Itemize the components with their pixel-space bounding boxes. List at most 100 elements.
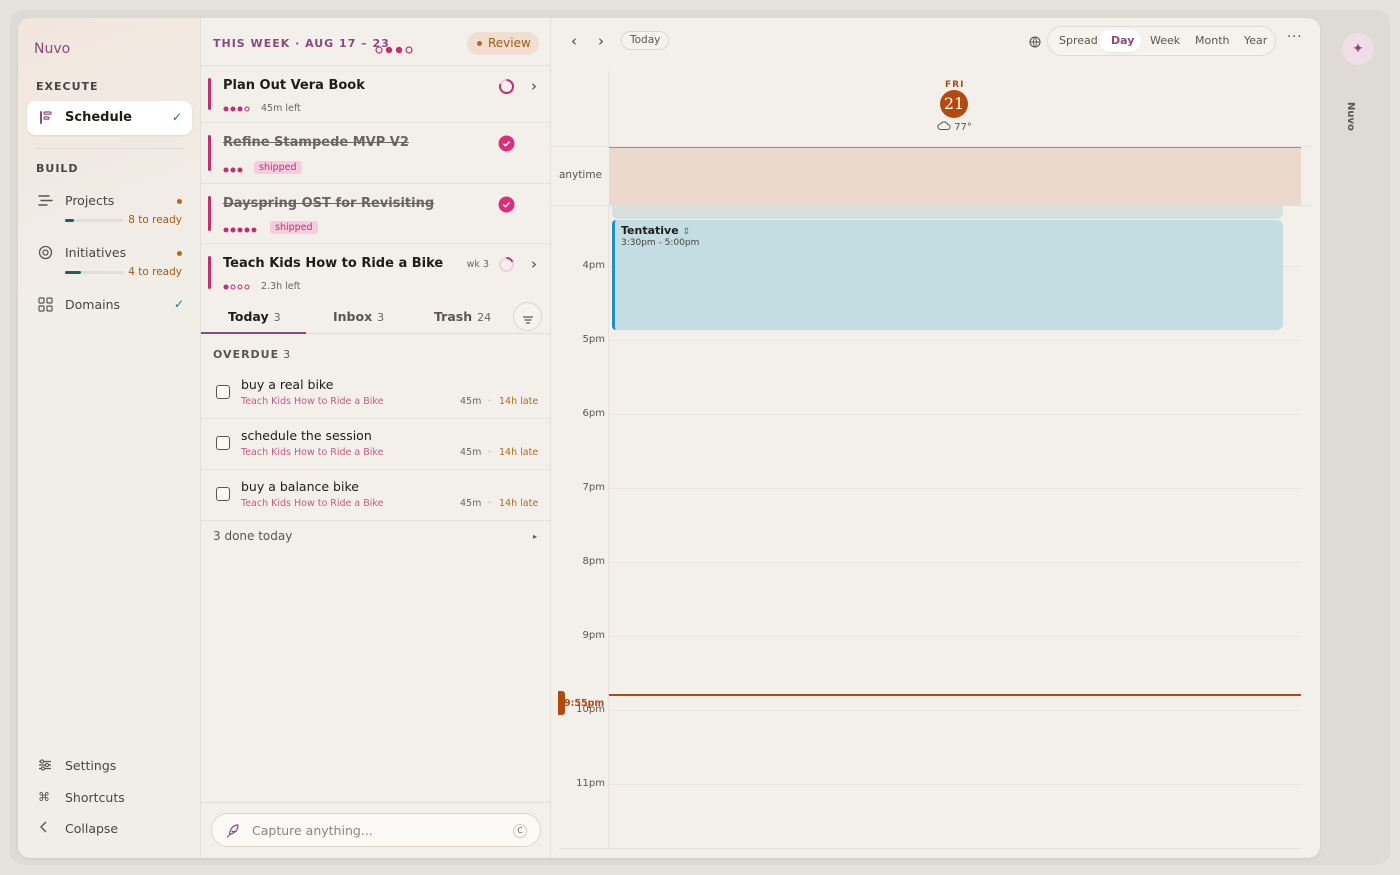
event-block-continued[interactable] — [612, 206, 1283, 219]
sidebar-item-projects[interactable]: Projects — [36, 191, 184, 211]
check-icon: ✓ — [173, 297, 184, 311]
event-block[interactable]: Tentative ⇕ 3:30pm - 5:00pm — [612, 220, 1283, 330]
separator: · — [488, 396, 492, 407]
anytime-slot[interactable] — [609, 147, 1301, 206]
hour-label: 8pm — [582, 556, 605, 567]
sidebar-item-label: Initiatives — [65, 245, 127, 260]
status-dot — [477, 41, 482, 46]
task-late: 14h late — [499, 396, 539, 407]
capture-placeholder: Capture anything... — [252, 823, 373, 838]
review-button[interactable]: Review — [467, 32, 539, 55]
temperature: 77° — [954, 122, 972, 133]
rail-label[interactable]: Nuvo — [1345, 102, 1356, 131]
view-month[interactable]: Month — [1195, 34, 1229, 47]
active-tab-indicator — [201, 332, 306, 334]
tab-inbox[interactable]: Inbox 3 — [333, 309, 384, 324]
time-grid[interactable]: 4pm 5pm 6pm 7pm 8pm 9pm 10pm 11pm Tentat… — [551, 206, 1311, 849]
chevron-right-icon[interactable]: › — [531, 255, 537, 273]
hour-line — [609, 562, 1301, 563]
hour-line — [609, 710, 1301, 711]
execute-section-label: EXECUTE — [36, 80, 99, 93]
sidebar-item-initiatives[interactable]: Initiatives — [36, 243, 184, 263]
grid-bottom-line — [559, 848, 1301, 849]
event-title: Tentative ⇕ — [621, 224, 690, 237]
sidebar-item-label: Domains — [65, 297, 121, 312]
chevron-right-icon[interactable]: › — [531, 77, 537, 95]
capture-input[interactable]: Capture anything... C — [211, 813, 541, 847]
done-today-toggle[interactable]: 3 done today — [213, 529, 292, 543]
day-number[interactable]: 21 — [940, 90, 968, 118]
project-row[interactable]: Refine Stampede MVP V2 shipped — [201, 123, 551, 184]
target-icon — [38, 245, 53, 264]
task-duration: 45m — [460, 447, 482, 458]
project-title: Dayspring OST for Revisiting — [223, 196, 435, 211]
task-tabs: Today 3 Inbox 3 Trash 24 — [201, 300, 551, 334]
hour-label: 6pm — [582, 408, 605, 419]
filter-button[interactable] — [513, 302, 542, 331]
swap-icon: ⇕ — [682, 227, 691, 237]
sidebar-item-label: Shortcuts — [65, 790, 125, 805]
projects-ready-count: 8 to ready — [128, 214, 182, 226]
schedule-icon — [39, 110, 54, 129]
week-number: wk 3 — [466, 259, 489, 270]
week-panel: THIS WEEK · AUG 17 – 23 Review Plan Out … — [201, 18, 551, 858]
sidebar-item-domains[interactable]: Domains ✓ — [36, 295, 184, 315]
tab-trash[interactable]: Trash 24 — [434, 309, 491, 324]
overdue-header: OVERDUE 3 — [213, 348, 290, 361]
view-day[interactable]: Day — [1111, 34, 1134, 47]
tab-count: 3 — [273, 311, 281, 324]
task-project[interactable]: Teach Kids How to Ride a Bike — [241, 498, 383, 509]
task-checkbox[interactable] — [216, 385, 230, 399]
task-checkbox[interactable] — [216, 487, 230, 501]
hour-label: 9pm — [582, 630, 605, 641]
progress-fill — [65, 219, 74, 222]
anytime-row: anytime — [551, 146, 1311, 206]
separator: · — [488, 498, 492, 509]
check-circle-icon — [498, 196, 515, 217]
more-options-icon[interactable]: ··· — [1287, 30, 1302, 45]
calendar: ‹ › Today Spread Day Week Month Year ···… — [551, 18, 1320, 858]
prev-arrow-icon[interactable]: ‹ — [571, 32, 577, 50]
view-year[interactable]: Year — [1244, 34, 1267, 47]
task-item[interactable]: schedule the session Teach Kids How to R… — [201, 419, 551, 470]
sidebar-item-label: Projects — [65, 193, 115, 208]
project-row[interactable]: Dayspring OST for Revisiting shipped — [201, 184, 551, 244]
hour-line — [609, 784, 1301, 785]
progress-fill — [65, 271, 82, 274]
task-item[interactable]: buy a real bike Teach Kids How to Ride a… — [201, 368, 551, 419]
right-rail: ✦ Nuvo — [1320, 18, 1390, 865]
task-project[interactable]: Teach Kids How to Ride a Bike — [241, 396, 383, 407]
projects-icon — [38, 193, 53, 212]
progress-ring-icon — [498, 78, 515, 99]
cloud-icon — [937, 121, 951, 133]
keyboard-shortcut: C — [513, 824, 527, 838]
week-header: THIS WEEK · AUG 17 – 23 Review — [201, 18, 551, 66]
task-checkbox[interactable] — [216, 436, 230, 450]
tab-today[interactable]: Today 3 — [228, 309, 281, 324]
task-project[interactable]: Teach Kids How to Ride a Bike — [241, 447, 383, 458]
sidebar-item-schedule[interactable]: Schedule ✓ — [27, 101, 192, 135]
today-button[interactable]: Today — [621, 31, 670, 50]
sidebar-item-label: Settings — [65, 758, 117, 773]
caret-right-icon[interactable]: ▸ — [533, 532, 537, 541]
weather: 77° — [937, 121, 972, 133]
separator: · — [488, 447, 492, 458]
next-arrow-icon[interactable]: › — [598, 32, 604, 50]
sparkle-icon[interactable]: ✦ — [1342, 33, 1374, 65]
task-late: 14h late — [499, 498, 539, 509]
build-section-label: BUILD — [36, 162, 79, 175]
project-row[interactable]: Plan Out Vera Book 45m left › — [201, 66, 551, 123]
tab-count: 3 — [377, 311, 385, 324]
hour-label: 5pm — [582, 334, 605, 345]
globe-icon[interactable] — [1029, 33, 1041, 52]
task-item[interactable]: buy a balance bike Teach Kids How to Rid… — [201, 470, 551, 521]
view-spread[interactable]: Spread — [1059, 34, 1098, 47]
hour-label: 7pm — [582, 482, 605, 493]
hour-line — [609, 636, 1301, 637]
project-row[interactable]: Teach Kids How to Ride a Bike 2.3h left … — [201, 244, 551, 301]
view-week[interactable]: Week — [1150, 34, 1180, 47]
initiatives-progress-bar — [65, 271, 123, 274]
project-color-bar — [208, 135, 211, 171]
project-color-bar — [208, 196, 211, 231]
command-icon: ⌘ — [38, 790, 50, 804]
